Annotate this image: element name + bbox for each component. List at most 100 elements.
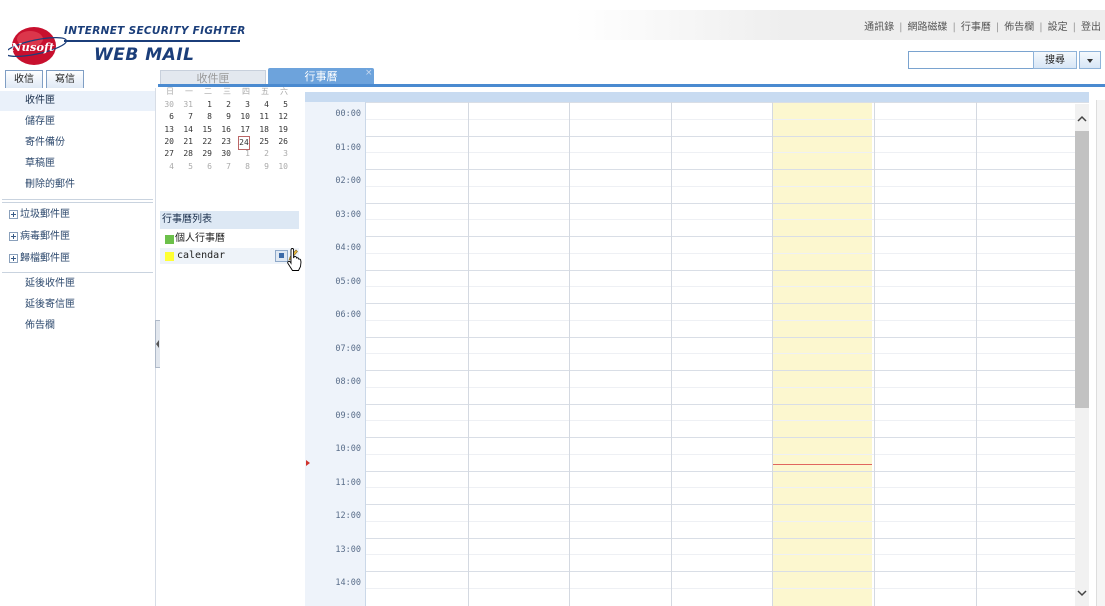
calendar-list-item[interactable]: 個人行事曆 [160, 231, 299, 247]
calendar-list-item[interactable]: calendar [160, 248, 299, 264]
sidebar-item-spam[interactable]: 垃圾郵件匣 [0, 205, 155, 225]
link-bulletin[interactable]: 佈告欄 [1004, 22, 1034, 33]
scroll-up-icon[interactable] [1075, 110, 1089, 128]
time-label: 14:00 [335, 578, 361, 588]
time-label: 09:00 [335, 410, 361, 421]
calendar-day[interactable]: 13 [163, 124, 174, 136]
hour-gridline [366, 537, 1089, 539]
sidebar-item-inbox[interactable]: 收件匣 [0, 91, 155, 111]
link-contacts[interactable]: 通訊錄 [864, 22, 894, 33]
sidebar-item-delayed-send[interactable]: 延後寄信匣 [0, 295, 155, 315]
sidebar-item-saved[interactable]: 儲存匣 [0, 112, 155, 132]
calendar-week-row: 20 21 22 23 24 25 26 [161, 135, 301, 150]
calendar-day[interactable]: 9 [258, 161, 269, 173]
divider [2, 199, 153, 200]
calendar-day[interactable]: 6 [163, 111, 174, 123]
link-settings[interactable]: 設定 [1048, 22, 1068, 33]
calendar-list-heading: 行事曆列表 [160, 211, 299, 229]
hour-gridline [366, 571, 1089, 572]
calendar-day[interactable]: 21 [182, 136, 193, 148]
sidebar-item-virus[interactable]: 病毒郵件匣 [0, 227, 155, 247]
calendar-day[interactable]: 6 [201, 161, 212, 173]
top-links: 通訊錄 | 網路磁碟 | 行事曆 | 佈告欄 | 設定 | 登出 [864, 18, 1101, 33]
calendar-day[interactable]: 8 [201, 111, 212, 123]
scroll-down-icon[interactable] [1075, 584, 1089, 602]
calendar-day[interactable]: 23 [220, 136, 231, 148]
calendar-day[interactable]: 27 [163, 148, 174, 160]
link-calendar[interactable]: 行事曆 [961, 22, 991, 33]
calendar-day[interactable]: 8 [239, 161, 250, 173]
calendar-day[interactable]: 12 [277, 111, 288, 123]
separator: | [1039, 22, 1043, 33]
sidebar-item-bulletin[interactable]: 佈告欄 [0, 316, 155, 336]
sidebar-item-label: 儲存匣 [25, 116, 55, 127]
sidebar-item-drafts[interactable]: 草稿匣 [0, 154, 155, 174]
weekday-header: 六 [280, 87, 288, 96]
hour-gridline [366, 403, 1089, 405]
receive-mail-button[interactable]: 收信 [5, 70, 43, 89]
tab-calendar[interactable]: 行事曆 [268, 68, 374, 85]
calendar-day[interactable]: 4 [163, 161, 174, 173]
hour-gridline [366, 169, 1089, 170]
link-logout[interactable]: 登出 [1081, 22, 1101, 33]
calendar-day[interactable]: 30 [163, 99, 174, 111]
calendar-day[interactable]: 10 [239, 111, 250, 123]
calendar-day[interactable]: 7 [182, 111, 193, 123]
half-hour-gridline [366, 118, 1089, 120]
weekday-header: 四 [242, 87, 250, 96]
calendar-day[interactable]: 19 [277, 124, 288, 136]
hour-gridline [366, 202, 1089, 204]
expand-icon[interactable] [9, 232, 18, 241]
calendar-day[interactable]: 18 [258, 124, 269, 136]
day-column-divider [467, 102, 469, 606]
calendar-day[interactable]: 2 [220, 99, 231, 111]
weekday-header: 二 [204, 87, 212, 96]
calendar-day[interactable]: 9 [220, 111, 231, 123]
link-network-disk[interactable]: 網路磁碟 [908, 22, 948, 33]
time-label: 03:00 [335, 209, 361, 220]
calendar-day[interactable]: 1 [239, 148, 250, 160]
time-column: 00:00 01:00 02:00 03:00 04:00 05:00 06:00 07:00… [305, 102, 366, 606]
calendar-day[interactable]: 25 [258, 136, 269, 148]
calendar-day[interactable]: 30 [220, 148, 231, 160]
calendar-day[interactable]: 11 [258, 111, 269, 123]
sidebar-item-delayed-receive[interactable]: 延後收件匣 [0, 274, 155, 294]
calendar-day[interactable]: 5 [277, 99, 288, 111]
calendar-day[interactable]: 2 [258, 148, 269, 160]
close-icon[interactable]: × [365, 68, 373, 78]
calendar-day[interactable]: 29 [201, 148, 212, 160]
day-column-divider [569, 102, 571, 606]
calendar-day[interactable]: 10 [277, 161, 288, 173]
calendar-day[interactable]: 20 [163, 136, 174, 148]
calendar-day[interactable]: 17 [239, 124, 250, 136]
calendar-day[interactable]: 22 [201, 136, 212, 148]
calendar-day[interactable]: 4 [258, 99, 269, 111]
sidebar-item-sent[interactable]: 寄件備份 [0, 133, 155, 153]
calendar-day[interactable]: 3 [277, 148, 288, 160]
sidebar-item-archive[interactable]: 歸檔郵件匣 [0, 249, 155, 269]
calendar-day[interactable]: 3 [239, 99, 250, 111]
calendar-day[interactable]: 15 [201, 124, 212, 136]
sidebar-item-deleted[interactable]: 刪除的郵件 [0, 175, 155, 195]
sidebar-item-label: 垃圾郵件匣 [20, 209, 70, 220]
hour-gridline [366, 370, 1089, 371]
scrollbar-thumb[interactable] [1075, 131, 1089, 408]
calendar-day[interactable]: 28 [182, 148, 193, 160]
calendar-day[interactable]: 7 [220, 161, 231, 173]
expand-icon[interactable] [9, 210, 18, 219]
calendar-day[interactable]: 14 [182, 124, 193, 136]
calendar-day[interactable]: 5 [182, 161, 193, 173]
brand-underline [64, 40, 240, 42]
sidebar-item-label: 佈告欄 [25, 320, 55, 331]
calendar-day[interactable]: 26 [277, 136, 288, 148]
calendar-day[interactable]: 16 [220, 124, 231, 136]
weekday-header: 三 [223, 87, 231, 96]
hour-gridline [366, 135, 1089, 137]
calendar-day[interactable]: 1 [201, 99, 212, 111]
half-hour-gridline [366, 152, 1089, 154]
half-hour-gridline [366, 487, 1089, 489]
time-grid[interactable] [366, 102, 1089, 606]
calendar-day[interactable]: 31 [182, 99, 193, 111]
compose-mail-button[interactable]: 寫信 [46, 70, 84, 89]
expand-icon[interactable] [9, 254, 18, 263]
